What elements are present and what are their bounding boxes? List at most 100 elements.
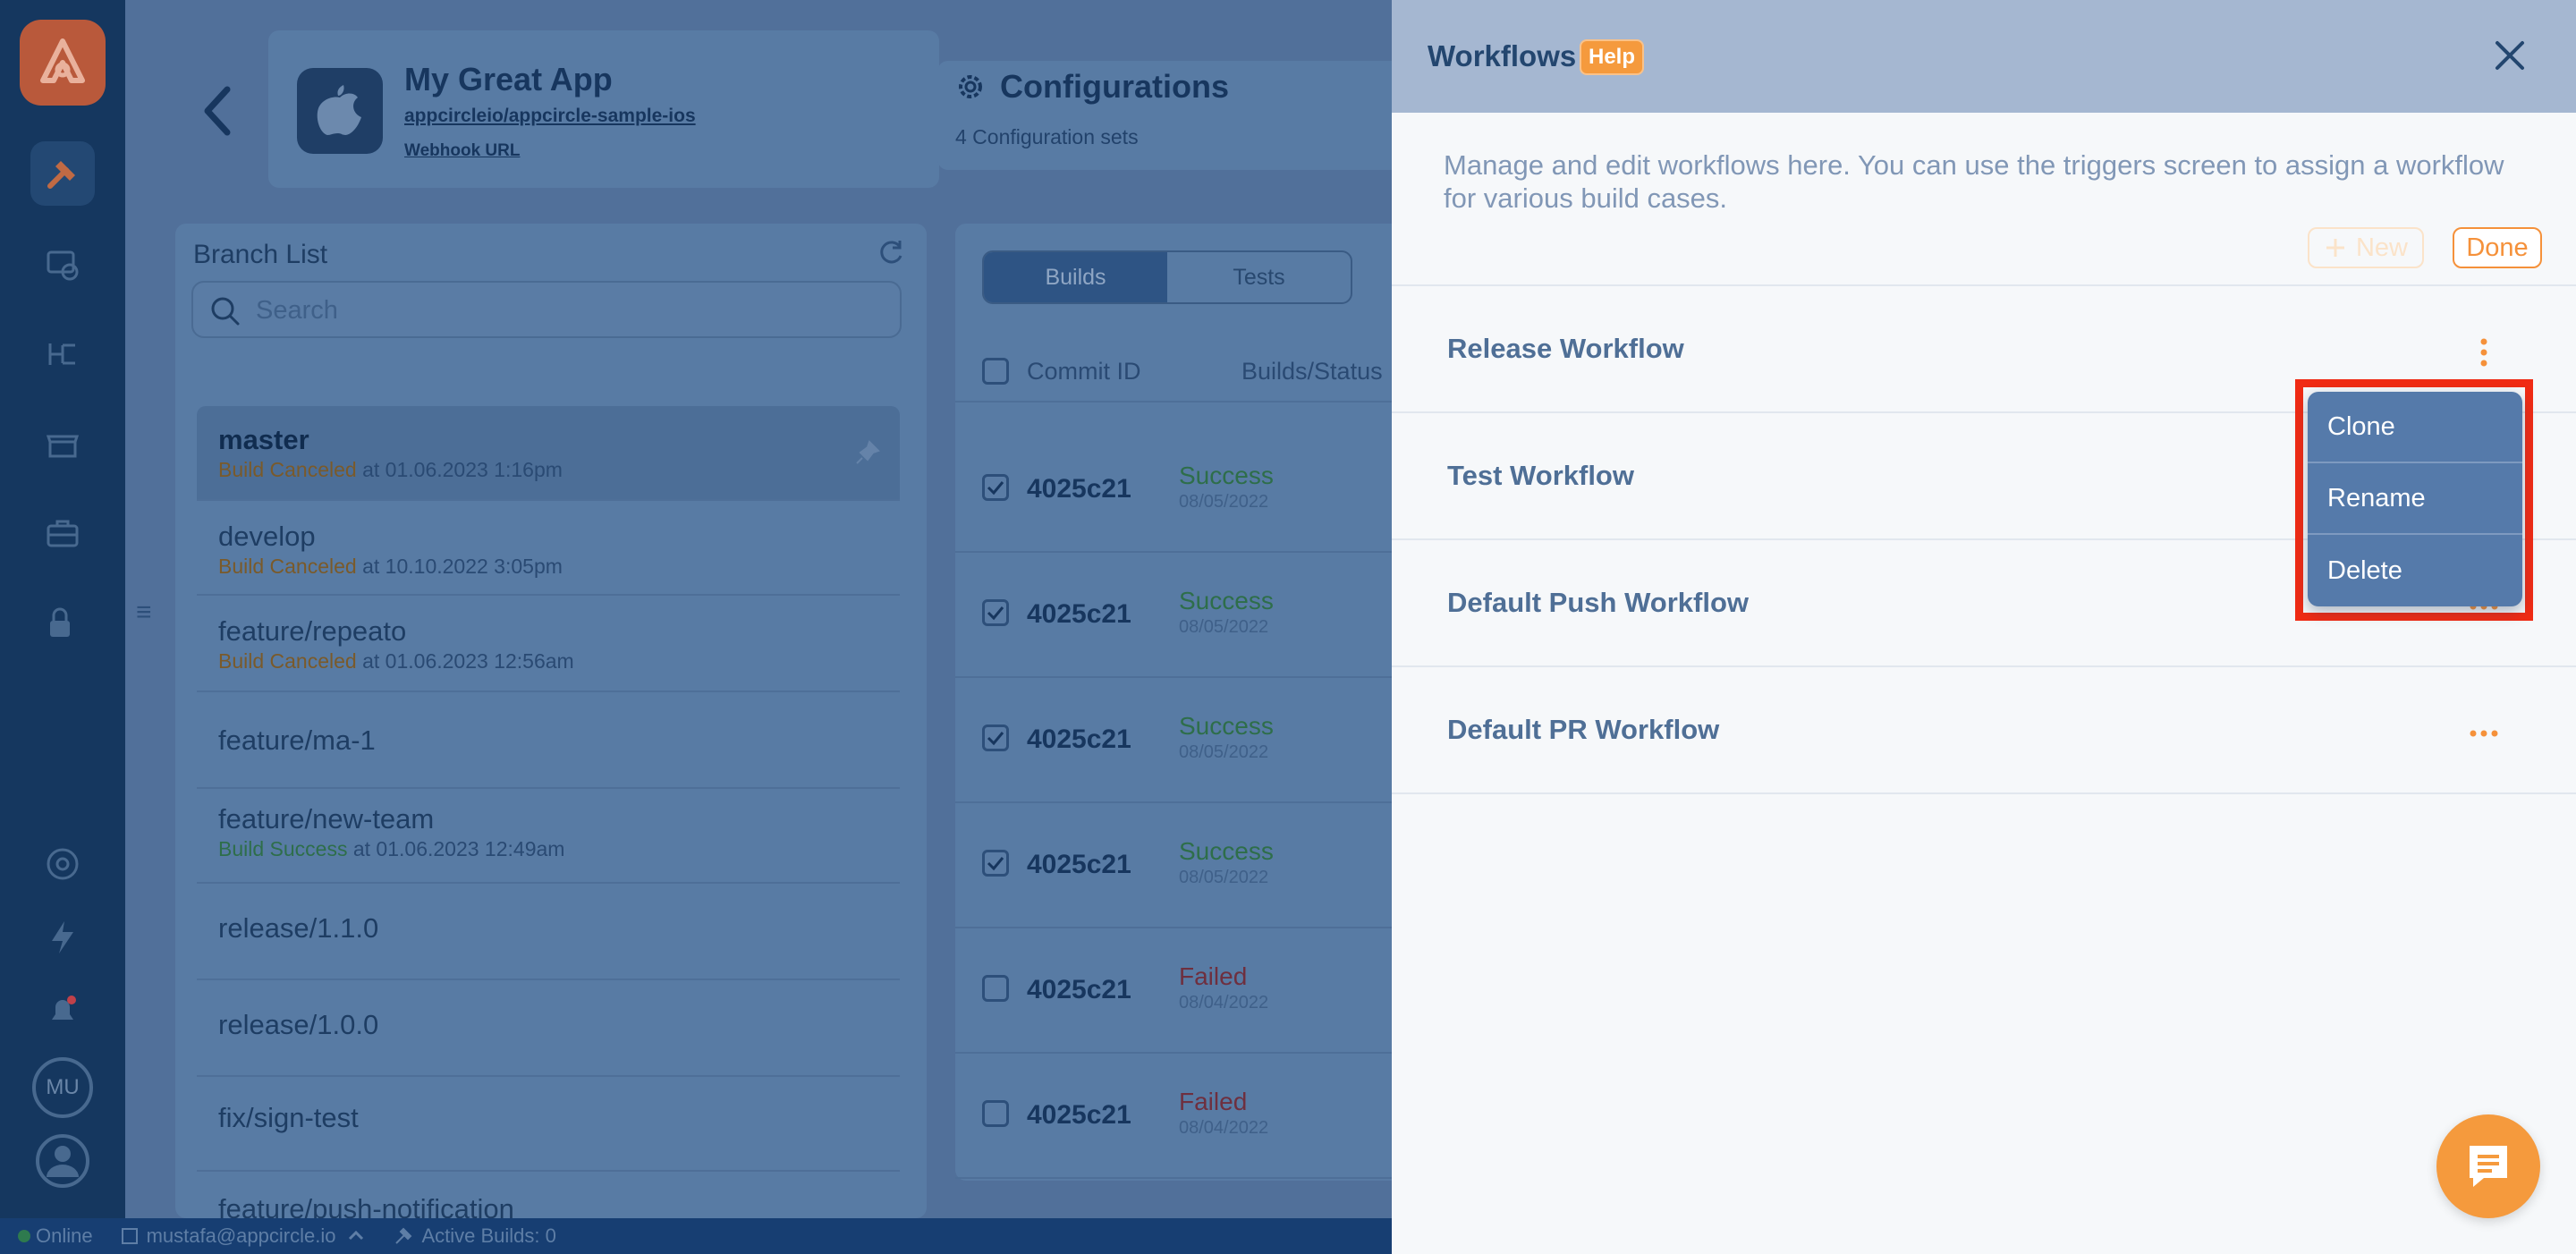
workflow-name: Default PR Workflow [1447,714,1720,745]
collapse-handle-icon[interactable]: ≡ [136,597,157,627]
build-status: Success [1179,587,1274,614]
logo-icon[interactable] [20,20,106,106]
branch-status-time: at 01.06.2023 1:16pm [356,458,563,481]
online-indicator-icon [18,1230,30,1242]
commit-id[interactable]: 4025c21 [1027,724,1131,755]
workflow-item-default-pr[interactable]: Default PR Workflow [1392,667,2576,794]
chat-icon [2470,1146,2507,1187]
row-checkbox-checked[interactable] [982,850,1009,877]
left-nav-rail: MU [0,0,125,1218]
hammer-icon [395,1227,412,1244]
app-title: My Great App [404,61,613,97]
build-row[interactable]: 4025c21 Success 08/05/2022 [955,553,1392,678]
gear-icon [955,72,986,102]
build-row[interactable]: 4025c21 Success 08/05/2022 [955,803,1392,928]
menu-item-rename[interactable]: Rename [2308,463,2522,535]
drawer-title: Workflows [1428,39,1577,72]
repo-link[interactable]: appcircleio/appcircle-sample-ios [404,106,696,127]
back-arrow-icon[interactable] [199,84,234,138]
branch-status-label: Build Canceled [218,555,357,578]
refresh-icon[interactable] [877,238,905,267]
commit-id[interactable]: 4025c21 [1027,599,1131,630]
branch-item-master[interactable]: master Build Canceled at 01.06.2023 1:16… [197,406,900,501]
branch-name: develop [218,521,316,552]
close-icon[interactable] [2490,36,2529,75]
branch-status-time: at 01.06.2023 12:49am [347,837,565,860]
tab-tests[interactable]: Tests [1167,252,1351,302]
branch-status-time: at 01.06.2023 12:56am [356,649,574,673]
new-workflow-label: New [2355,233,2408,262]
build-date: 08/04/2022 [1179,993,1269,1013]
row-checkbox[interactable] [982,1100,1009,1127]
commit-id[interactable]: 4025c21 [1027,1100,1131,1131]
active-builds[interactable]: Active Builds: 0 [393,1224,556,1248]
done-button[interactable]: Done [2453,227,2542,268]
build-row[interactable]: 4025c21 Failed 08/04/2022 [955,1054,1392,1179]
lock-user-icon[interactable] [30,590,95,655]
webhook-link[interactable]: Webhook URL [404,141,520,161]
toolbox-icon[interactable] [30,501,95,565]
build-date: 08/05/2022 [1179,617,1269,637]
branch-item-feature-new-team[interactable]: feature/new-team Build Success at 01.06.… [197,791,900,884]
branch-status: Build Canceled at 10.10.2022 3:05pm [218,555,563,579]
branch-status: Build Success at 01.06.2023 12:49am [218,837,564,861]
branch-status-time: at 10.10.2022 3:05pm [356,555,563,578]
notification-bell-icon[interactable] [30,979,95,1043]
menu-item-clone[interactable]: Clone [2308,392,2522,463]
build-row[interactable]: 4025c21 Success 08/05/2022 [955,678,1392,803]
chat-support-button[interactable] [2436,1114,2540,1218]
build-hammer-icon[interactable] [30,141,95,206]
branch-item-develop[interactable]: develop Build Canceled at 10.10.2022 3:0… [197,503,900,596]
row-checkbox-checked[interactable] [982,599,1009,626]
user-icon[interactable] [30,1129,95,1193]
build-status: Success [1179,462,1274,489]
branch-item-feature-push-notification[interactable]: feature/push-notification [197,1174,900,1218]
branch-name: feature/push-notification [218,1193,514,1218]
pin-icon[interactable] [855,440,880,465]
column-commit-id: Commit ID [1027,358,1141,385]
branch-name: feature/ma-1 [218,724,376,756]
branch-search-input[interactable] [256,292,882,329]
more-horizontal-icon[interactable] [2462,717,2506,750]
select-all-checkbox[interactable] [982,358,1009,385]
active-builds-text: Active Builds: 0 [421,1224,556,1247]
lightning-icon[interactable] [30,905,95,970]
branch-name: feature/repeato [218,615,407,647]
user-email[interactable]: mustafa@appcircle.io [120,1224,367,1248]
build-status: Failed [1179,1088,1248,1115]
branch-item-release-1-1-0[interactable]: release/1.1.0 [197,885,900,980]
build-row[interactable]: 4025c21 Success 08/05/2022 [955,428,1392,553]
branch-status-label: Build Canceled [218,458,357,481]
configurations-count: 4 Configuration sets [955,125,1139,148]
branch-item-fix-sign-test[interactable]: fix/sign-test [197,1079,900,1172]
commit-id[interactable]: 4025c21 [1027,474,1131,504]
store-icon[interactable] [30,411,95,476]
settings-icon[interactable] [30,832,95,896]
row-checkbox[interactable] [982,975,1009,1002]
build-date: 08/05/2022 [1179,492,1269,512]
builds-tests-toggle: Builds Tests [982,250,1352,304]
menu-item-delete[interactable]: Delete [2308,535,2522,606]
build-date: 08/05/2022 [1179,742,1269,762]
build-status: Success [1179,712,1274,740]
commit-id[interactable]: 4025c21 [1027,975,1131,1005]
row-checkbox-checked[interactable] [982,474,1009,501]
distribution-icon[interactable] [30,322,95,386]
status-bar: Online mustafa@appcircle.io Active Build… [0,1218,1392,1254]
build-row[interactable]: 4025c21 Failed 08/04/2022 [955,928,1392,1054]
new-workflow-button[interactable]: New [2308,227,2424,268]
help-badge[interactable]: Help [1580,39,1645,75]
workflow-name: Default Push Workflow [1447,587,1750,618]
row-checkbox-checked[interactable] [982,724,1009,751]
commit-id[interactable]: 4025c21 [1027,850,1131,880]
branch-item-feature-repeato[interactable]: feature/repeato Build Canceled at 01.06.… [197,597,900,692]
branch-item-feature-ma-1[interactable]: feature/ma-1 [197,694,900,789]
tab-builds[interactable]: Builds [984,252,1167,302]
branch-status: Build Canceled at 01.06.2023 12:56am [218,649,574,674]
testing-icon[interactable] [30,233,95,297]
branch-item-release-1-0-0[interactable]: release/1.0.0 [197,982,900,1077]
user-avatar[interactable]: MU [32,1057,93,1118]
branch-name: fix/sign-test [218,1102,359,1133]
workflow-context-menu: Clone Rename Delete [2308,392,2522,606]
more-vertical-icon[interactable] [2462,336,2506,369]
